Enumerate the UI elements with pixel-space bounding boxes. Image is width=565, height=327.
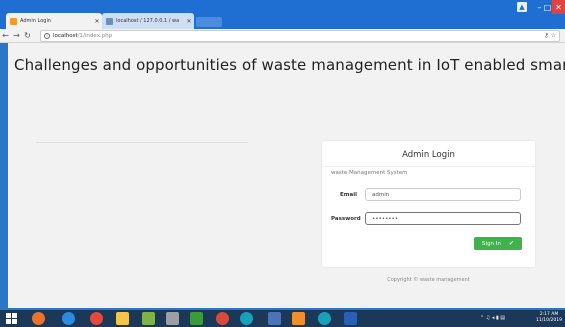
password-label: Password: [331, 216, 361, 222]
user-profile-icon[interactable]: ▲: [517, 2, 527, 12]
copyright-text: Copyright © waste management: [387, 277, 470, 283]
back-arrow-icon[interactable]: ←: [0, 31, 11, 40]
tab-label: localhost / 127.0.0.1 / wa: [116, 18, 180, 24]
arduino-icon[interactable]: [240, 312, 253, 325]
app-icon[interactable]: [142, 312, 155, 325]
bookmark-star-icon[interactable]: ⚷ ☆: [544, 32, 556, 39]
xampp-icon[interactable]: [292, 312, 305, 325]
phpmyadmin-favicon-icon: [106, 17, 113, 25]
page-title: Challenges and opportunities of waste ma…: [14, 56, 565, 74]
address-bar[interactable]: i localhost /1/index.php ⚷ ☆: [40, 30, 560, 42]
password-field[interactable]: [365, 212, 521, 225]
cmd-icon[interactable]: [166, 312, 179, 325]
file-explorer-icon[interactable]: [116, 312, 129, 325]
info-icon[interactable]: i: [44, 33, 50, 39]
tab-phpmyadmin[interactable]: localhost / 127.0.0.1 / wa ✕: [102, 13, 194, 29]
close-window-icon[interactable]: ✕: [552, 0, 565, 14]
card-divider: [322, 166, 535, 167]
word-icon[interactable]: [344, 312, 357, 325]
taskbar: ⌃ ♫ ◂ ▮ ▤ 2:17 AM 11/10/2019: [0, 310, 565, 327]
login-title: Admin Login: [402, 150, 455, 160]
close-tab-icon[interactable]: ✕: [184, 18, 194, 25]
app-green-icon[interactable]: [190, 312, 203, 325]
login-card: Admin Login waste Management System Emai…: [322, 141, 535, 267]
email-field[interactable]: [365, 188, 521, 201]
new-tab-button[interactable]: [196, 17, 222, 27]
python-icon[interactable]: [268, 312, 281, 325]
close-tab-icon[interactable]: ✕: [92, 18, 102, 25]
app-red-icon[interactable]: [216, 312, 229, 325]
clock[interactable]: 2:17 AM 11/10/2019: [536, 312, 562, 324]
page-content: Challenges and opportunities of waste ma…: [8, 43, 565, 308]
url-path: /1/index.php: [77, 33, 113, 39]
email-label: Email: [340, 192, 357, 198]
windows-start-icon[interactable]: [6, 313, 18, 324]
arduino-icon-2[interactable]: [318, 312, 331, 325]
system-tray-icons[interactable]: ⌃ ♫ ◂ ▮ ▤: [480, 315, 505, 321]
divider: [36, 142, 248, 143]
reload-icon[interactable]: ↻: [22, 31, 33, 40]
tab-label: Admin Login: [20, 18, 52, 24]
internet-explorer-icon[interactable]: [62, 312, 75, 325]
browser-titlebar: Admin Login ✕ localhost / 127.0.0.1 / wa…: [0, 0, 565, 29]
forward-arrow-icon[interactable]: →: [11, 31, 22, 40]
firefox-icon[interactable]: [32, 312, 45, 325]
url-host: localhost: [53, 33, 78, 39]
sign-in-button[interactable]: Sign In ✔: [474, 237, 522, 250]
clock-date: 11/10/2019: [536, 318, 562, 323]
system-subtitle: waste Management System: [331, 170, 408, 176]
sign-in-label: Sign In: [482, 240, 501, 247]
browser-toolbar: ← → ↻ i localhost /1/index.php ⚷ ☆: [0, 29, 565, 43]
admin-login-favicon-icon: [10, 17, 17, 25]
tab-admin-login[interactable]: Admin Login ✕: [6, 13, 102, 29]
check-icon: ✔: [508, 240, 514, 247]
chrome-icon[interactable]: [90, 312, 103, 325]
